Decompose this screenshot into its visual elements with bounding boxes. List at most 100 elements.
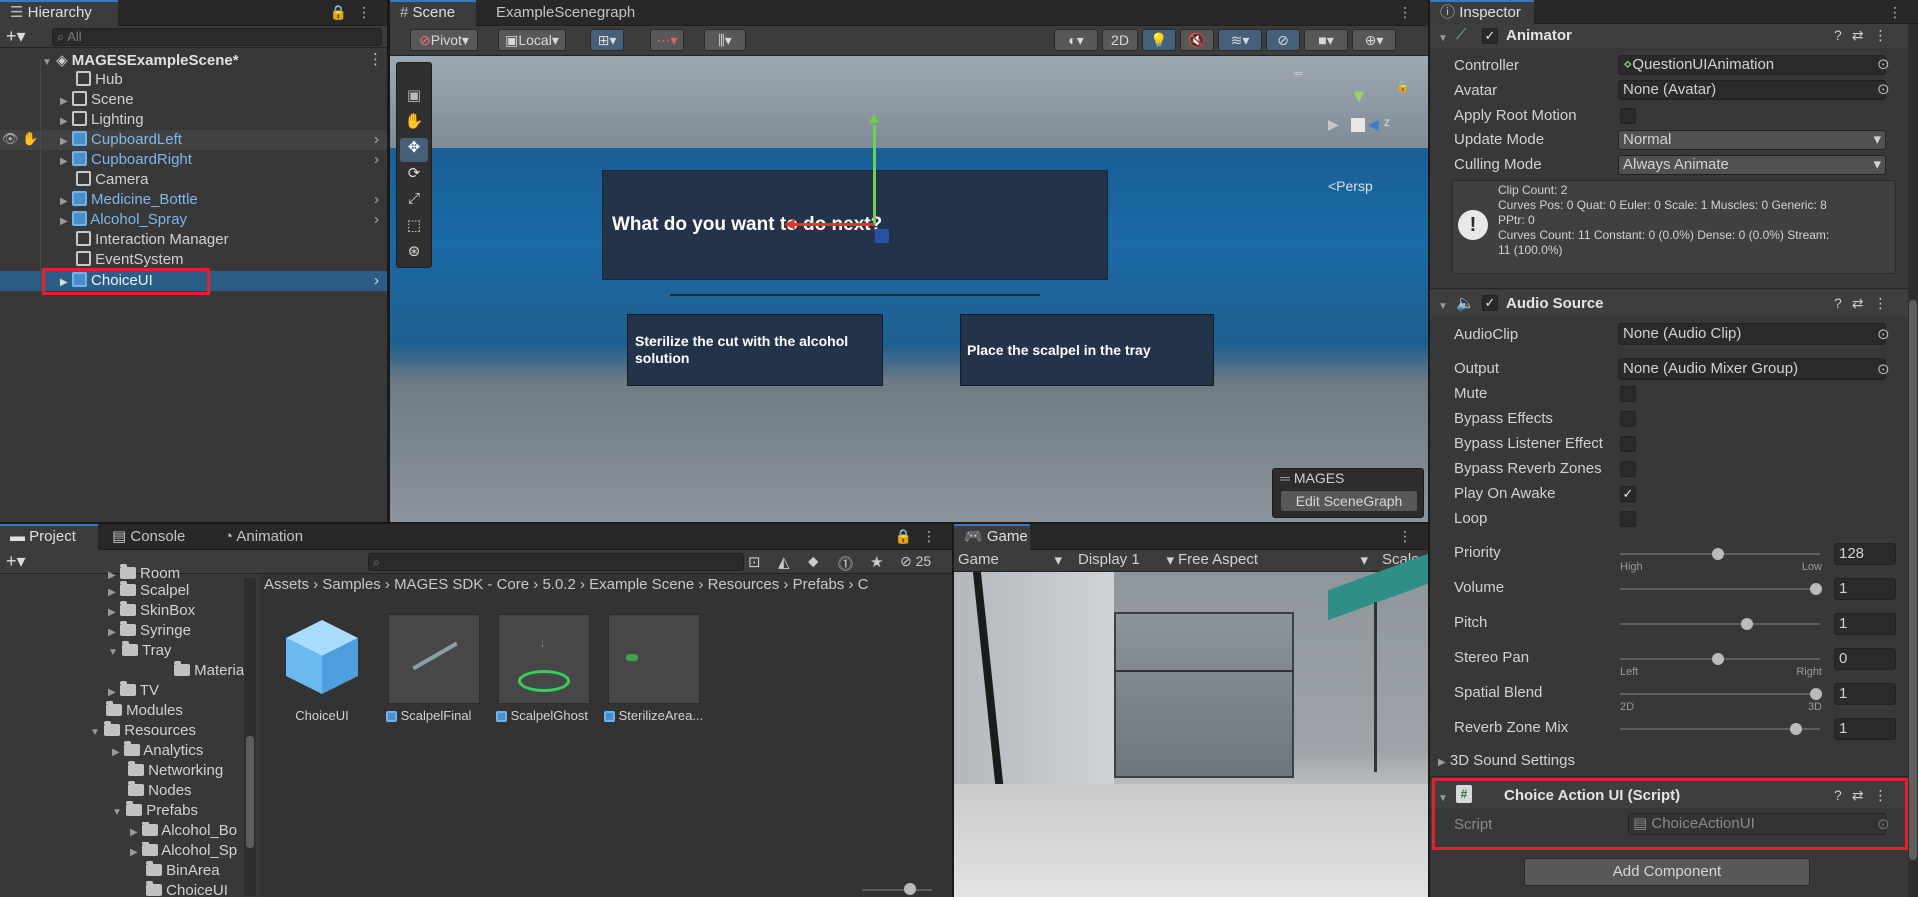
breadcrumb-item[interactable]: C	[858, 576, 869, 593]
tree-item-materials[interactable]: Materials	[174, 661, 255, 679]
filter-type-icon[interactable]: ◭	[778, 553, 790, 571]
tab-console[interactable]: ▤ Console	[102, 524, 195, 550]
scene-menu-icon[interactable]: ⋮	[368, 50, 383, 68]
scene-root-row[interactable]: ▼ ◈ MAGESExampleScene*	[42, 51, 239, 69]
play-on-awake-checkbox[interactable]: ✓	[1620, 486, 1636, 502]
view-tool-icon[interactable]: ▣	[402, 86, 426, 108]
tree-item-scalpel[interactable]: ▶ Scalpel	[108, 581, 189, 599]
hierarchy-item-scene[interactable]: ▶ Scene	[60, 91, 134, 108]
tree-item-tv[interactable]: ▶ TV	[108, 681, 159, 699]
bypass-reverb-zones-checkbox[interactable]	[1620, 461, 1636, 477]
lighting-toggle-icon[interactable]: 💡	[1142, 29, 1176, 51]
mute-checkbox[interactable]	[1620, 386, 1636, 402]
priority-slider-knob[interactable]	[1712, 548, 1724, 560]
hierarchy-item-camera[interactable]: Camera	[76, 171, 149, 188]
tab-menu-icons[interactable]: 🔒⋮	[330, 4, 381, 21]
grid-snap-button[interactable]: ⊞▾	[590, 29, 624, 51]
breadcrumb-item[interactable]: Resources	[708, 576, 780, 593]
hidden-objects-toggle-icon[interactable]: ⊘	[1266, 29, 1300, 51]
transform-tool-icon[interactable]: ⊛	[402, 242, 426, 264]
gizmo-z-cone-icon[interactable]: ◀	[1368, 116, 1379, 133]
tree-item-prefabs[interactable]: ▼ Prefabs	[112, 801, 198, 819]
persp-label[interactable]: <Persp	[1328, 178, 1373, 194]
move-tool-icon[interactable]: ✥	[400, 138, 428, 162]
tab-animation[interactable]: ◔ Animation	[214, 524, 313, 550]
culling-mode-dropdown[interactable]: Always Animate ▾	[1618, 155, 1886, 175]
aspect-dropdown[interactable]: Free Aspect ▾	[1178, 551, 1368, 569]
snap-settings-button[interactable]: ⫼▾	[704, 29, 746, 51]
add-component-button[interactable]: Add Component	[1524, 858, 1810, 886]
tree-scrollbar-thumb[interactable]	[246, 736, 254, 848]
prefab-open-arrow-icon[interactable]: ›	[374, 131, 379, 148]
hierarchy-item-hub[interactable]: Hub	[76, 71, 123, 88]
move-gizmo-center-handle[interactable]	[875, 229, 889, 243]
collapse-arrow-icon[interactable]: ▼	[1438, 296, 1448, 313]
expand-arrow-icon[interactable]: ▶	[60, 136, 68, 147]
increment-snap-button[interactable]: ⋯▾	[650, 29, 684, 51]
object-picker-icon[interactable]: ⊙	[1877, 360, 1890, 378]
tree-item-binarea[interactable]: BinArea	[146, 861, 220, 879]
expand-arrow-icon[interactable]: ▶	[60, 116, 68, 127]
collapse-arrow-icon[interactable]: ▼	[1438, 28, 1448, 45]
pitch-slider[interactable]	[1620, 623, 1820, 625]
draw-mode-dropdown[interactable]: ◐▾	[1054, 29, 1098, 51]
audio-source-enabled-checkbox[interactable]: ✓	[1482, 295, 1498, 311]
stereo-pan-value-field[interactable]: 0	[1834, 648, 1896, 670]
gizmo-center-cube[interactable]	[1351, 118, 1365, 132]
tab-inspector[interactable]: ⓘ Inspector	[1430, 0, 1534, 26]
move-gizmo-x-arrow-icon[interactable]: ◀	[784, 215, 795, 232]
hierarchy-item-alcohol-spray[interactable]: ▶ Alcohol_Spray	[60, 211, 187, 228]
hierarchy-item-cupboardright[interactable]: ▶ CupboardRight	[60, 151, 192, 168]
favorite-icon[interactable]: ★	[870, 553, 883, 571]
output-field[interactable]: None (Audio Mixer Group)	[1618, 358, 1886, 380]
component-help-icons[interactable]: ?⇄⋮	[1834, 27, 1898, 44]
gizmo-y-cone-icon[interactable]: ▼	[1350, 86, 1368, 107]
object-picker-icon[interactable]: ⊙	[1877, 80, 1890, 98]
spatial-blend-slider-knob[interactable]	[1810, 688, 1822, 700]
warning-filter-icon[interactable]: ⓵	[838, 553, 853, 574]
lock-icon[interactable]: 🔒	[1396, 80, 1410, 93]
thumbnail-size-slider-knob[interactable]	[904, 883, 916, 895]
2d-toggle[interactable]: 2D	[1102, 29, 1138, 51]
loop-checkbox[interactable]	[1620, 511, 1636, 527]
effects-toggle-icon[interactable]: ≋▾	[1218, 29, 1262, 51]
rect-tool-icon[interactable]: ⬚	[402, 216, 426, 238]
pitch-slider-knob[interactable]	[1741, 618, 1753, 630]
audioclip-field[interactable]: None (Audio Clip)	[1618, 323, 1886, 345]
drag-handle-icon[interactable]: ═	[1280, 470, 1290, 486]
expand-arrow-icon[interactable]: ▶	[1438, 757, 1446, 768]
camera-settings-icon[interactable]: ■▾	[1304, 29, 1348, 51]
hierarchy-item-interaction-manager[interactable]: Interaction Manager	[76, 231, 229, 248]
hierarchy-item-eventsystem[interactable]: EventSystem	[76, 251, 184, 268]
asset-sterilizearea[interactable]	[608, 614, 700, 704]
pivot-dropdown[interactable]: ⊘Pivot▾	[410, 29, 478, 51]
expand-arrow-icon[interactable]: ▼	[42, 57, 52, 68]
hierarchy-item-cupboardleft[interactable]: ▶ CupboardLeft	[60, 131, 182, 148]
tab-menu-icon[interactable]: ⋮	[1888, 4, 1912, 21]
expand-arrow-icon[interactable]: ▶	[60, 196, 68, 207]
bypass-effects-checkbox[interactable]	[1620, 411, 1636, 427]
local-dropdown[interactable]: ▣Local▾	[498, 29, 566, 51]
tab-hierarchy[interactable]: ☰ Hierarchy	[0, 0, 118, 26]
tab-scene[interactable]: # Scene	[390, 0, 476, 26]
tree-item-skinbox[interactable]: ▶ SkinBox	[108, 601, 195, 619]
breadcrumb-item[interactable]: 5.0.2	[542, 576, 575, 593]
expand-arrow-icon[interactable]: ▶	[60, 156, 68, 167]
move-gizmo-y-axis[interactable]	[873, 125, 876, 225]
tab-menu-icons[interactable]: 🔒⋮	[895, 528, 946, 545]
tree-item-resources[interactable]: ▼ Resources	[90, 721, 196, 739]
gizmos-dropdown-icon[interactable]: ⊕▾	[1352, 29, 1396, 51]
tree-item-analytics[interactable]: ▶ Analytics	[112, 741, 203, 759]
object-picker-icon[interactable]: ⊙	[1877, 325, 1890, 343]
tree-item-tray[interactable]: ▼ Tray	[108, 641, 171, 659]
asset-scalpelfinal[interactable]	[388, 614, 480, 704]
expand-arrow-icon[interactable]: ▶	[60, 216, 68, 227]
3d-sound-settings-foldout[interactable]: ▶ 3D Sound Settings	[1438, 752, 1575, 769]
tree-item-syringe[interactable]: ▶ Syringe	[108, 621, 191, 639]
display-dropdown[interactable]: Display 1 ▾	[1078, 551, 1174, 569]
animator-enabled-checkbox[interactable]: ✓	[1482, 28, 1498, 44]
tree-item-alcohol-sp[interactable]: ▶ Alcohol_Sp	[130, 842, 240, 859]
tree-item-alcohol-bo[interactable]: ▶ Alcohol_Bo	[130, 822, 240, 839]
hidden-packages-icon[interactable]: ⊘ 25	[900, 553, 931, 570]
tree-item-nodes[interactable]: Nodes	[128, 781, 192, 799]
